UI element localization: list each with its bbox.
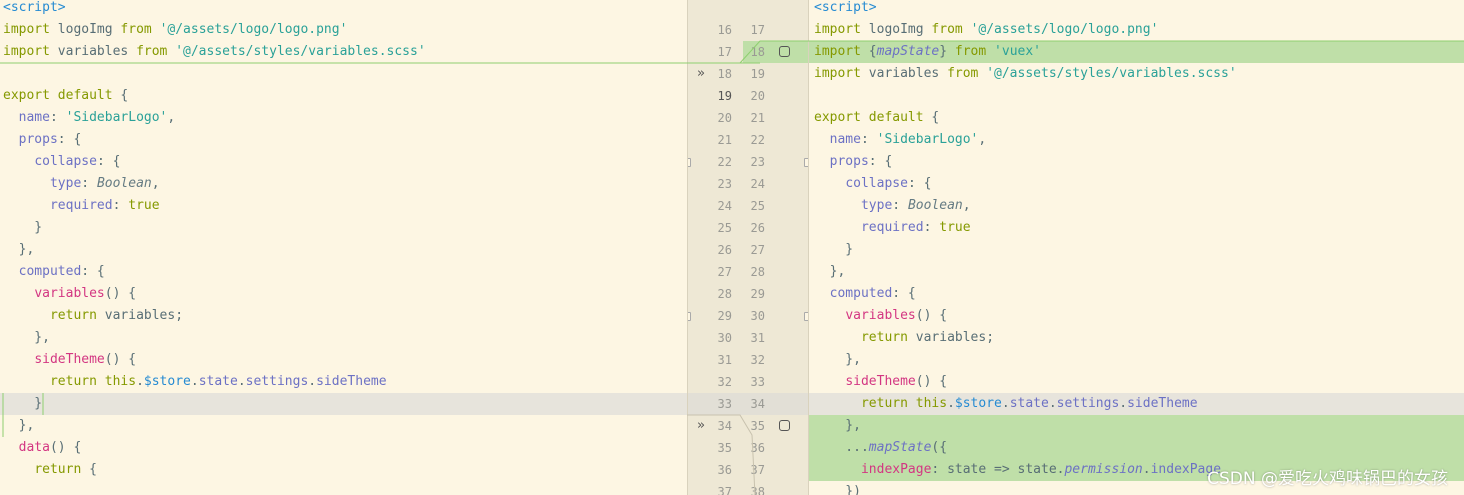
diff-connector-line	[687, 414, 756, 495]
diff-connector-line	[0, 40, 1464, 64]
watermark: CSDN @爱吃火鸡味锅巴的女孩	[1207, 469, 1448, 489]
diff-connector-lines	[0, 40, 1464, 495]
